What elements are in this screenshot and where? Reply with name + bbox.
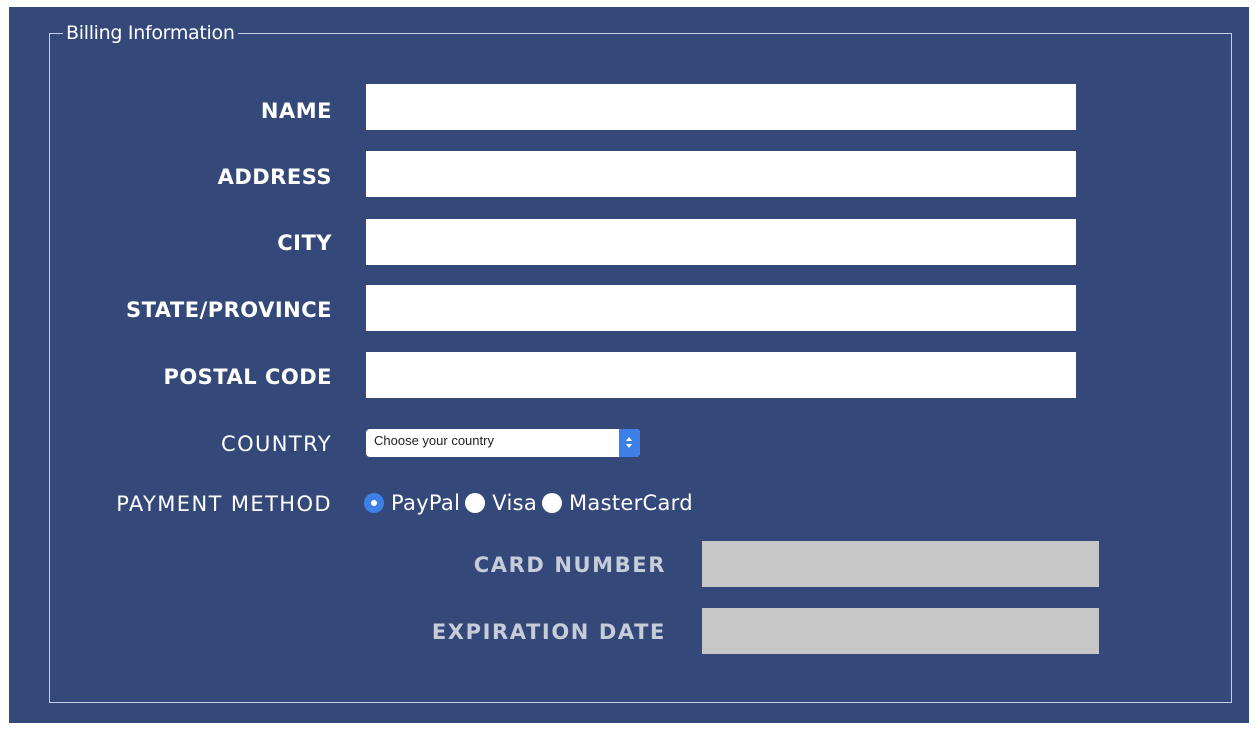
country-select-value: Choose your country xyxy=(374,433,494,448)
payment-method-label: PAYMENT METHOD xyxy=(116,492,332,516)
radio-option-mastercard[interactable]: MasterCard xyxy=(542,491,693,515)
radio-option-paypal[interactable]: PayPal xyxy=(364,491,460,515)
radio-option-visa[interactable]: Visa xyxy=(465,491,537,515)
radio-label-visa: Visa xyxy=(492,491,537,515)
state-province-input[interactable] xyxy=(366,285,1076,331)
card-number-label: CARD NUMBER xyxy=(473,553,666,577)
postal-code-label: POSTAL CODE xyxy=(163,365,332,389)
radio-button-mastercard[interactable] xyxy=(542,493,562,513)
radio-label-paypal: PayPal xyxy=(391,491,461,515)
country-label: COUNTRY xyxy=(221,432,332,456)
payment-method-radio-group: PayPal Visa MasterCard xyxy=(364,489,698,517)
postal-code-input[interactable] xyxy=(366,352,1076,398)
select-arrows-icon xyxy=(619,429,640,457)
name-label: NAME xyxy=(260,99,332,123)
radio-button-paypal[interactable] xyxy=(364,493,384,513)
billing-panel: Billing Information NAME ADDRESS CITY ST… xyxy=(9,7,1249,723)
expiration-date-label: EXPIRATION DATE xyxy=(431,620,666,644)
city-input[interactable] xyxy=(366,219,1076,265)
fieldset-legend: Billing Information xyxy=(63,21,238,45)
radio-button-visa[interactable] xyxy=(465,493,486,513)
country-select[interactable]: Choose your country xyxy=(366,429,640,457)
name-input[interactable] xyxy=(366,84,1076,130)
card-number-input[interactable] xyxy=(702,541,1099,587)
address-label: ADDRESS xyxy=(217,165,332,189)
radio-label-mastercard: MasterCard xyxy=(569,491,693,515)
state-province-label: STATE/PROVINCE xyxy=(125,298,332,322)
expiration-date-input[interactable] xyxy=(702,608,1099,654)
city-label: CITY xyxy=(277,231,332,255)
address-input[interactable] xyxy=(366,151,1076,197)
